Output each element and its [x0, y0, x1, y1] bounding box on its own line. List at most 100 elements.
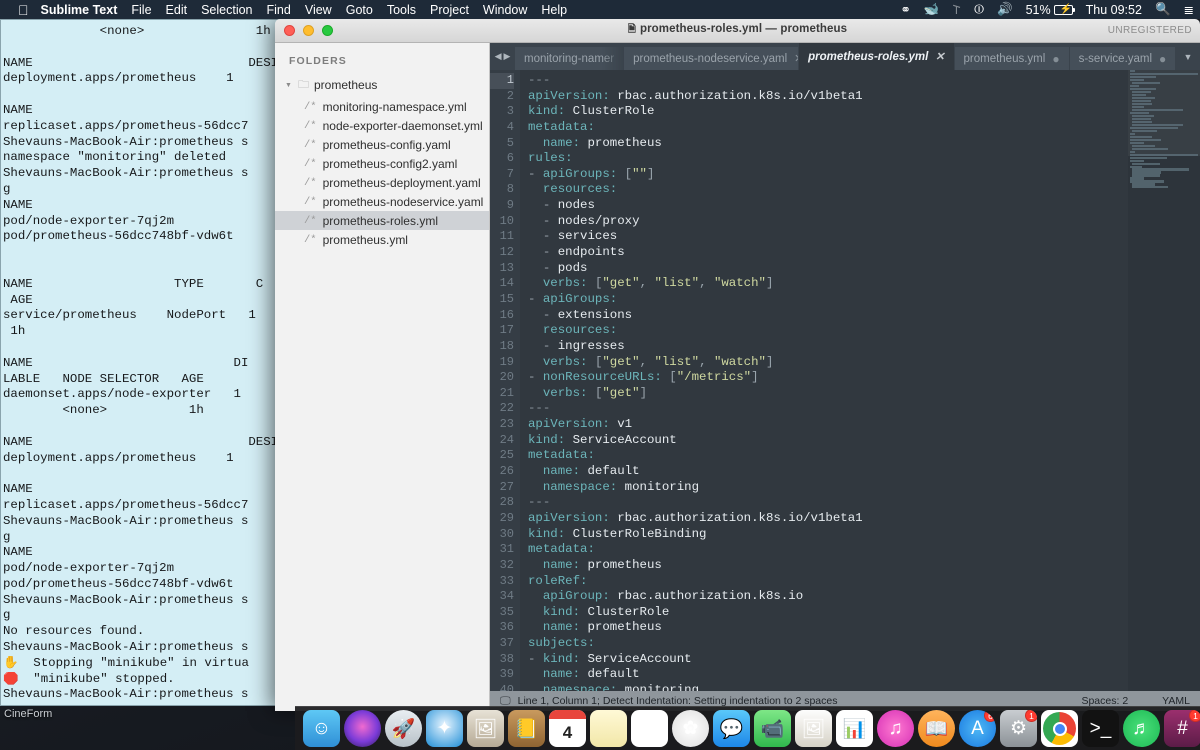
facetime-icon[interactable]: 📹 — [754, 710, 791, 747]
code-line[interactable]: - nodes — [528, 198, 1128, 214]
tab-s-service-yaml[interactable]: s-service.yaml ● — [1069, 47, 1177, 70]
ibooks-icon[interactable]: 📖 — [918, 710, 955, 747]
chevron-down-icon[interactable]: ▼ — [285, 82, 293, 89]
tab-overflow-menu-icon[interactable]: ▼ — [1176, 43, 1200, 70]
menu-item-find[interactable]: Find — [267, 3, 291, 17]
chevron-left-icon[interactable]: ◀ — [495, 51, 502, 62]
tab-nav-arrows[interactable]: ◀ ▶ — [490, 43, 515, 70]
numbers-icon[interactable]: 📊 — [836, 710, 873, 747]
code-line[interactable]: resources: — [528, 323, 1128, 339]
code-line[interactable]: name: prometheus — [528, 558, 1128, 574]
code-line[interactable]: kind: ServiceAccount — [528, 433, 1128, 449]
sidebar-file-monitoring-namespace-yml[interactable]: /* monitoring-namespace.yml — [275, 97, 489, 116]
code-line[interactable]: --- — [528, 73, 1128, 89]
code-line[interactable]: - ingresses — [528, 339, 1128, 355]
code-line[interactable]: - nodes/proxy — [528, 214, 1128, 230]
code-line[interactable]: verbs: ["get"] — [528, 386, 1128, 402]
tab-prometheus-nodeservice-yaml[interactable]: prometheus-nodeservice.yaml✕ — [624, 47, 800, 70]
photo-booth-icon[interactable]: 🖼 — [467, 710, 504, 747]
search-icon[interactable]: 🔍 — [1155, 2, 1171, 17]
menu-item-file[interactable]: File — [131, 3, 151, 17]
reminders-icon[interactable]: ≔ — [631, 710, 668, 747]
wifi-icon[interactable]: ⏼ — [974, 2, 984, 17]
code-line[interactable]: resources: — [528, 182, 1128, 198]
messages-icon[interactable]: 💬 — [713, 710, 750, 747]
code-line[interactable]: namespace: monitoring — [528, 480, 1128, 496]
menu-item-help[interactable]: Help — [541, 3, 567, 17]
menu-item-edit[interactable]: Edit — [166, 3, 188, 17]
code-line[interactable]: --- — [528, 495, 1128, 511]
tab-modified-dot-icon[interactable]: ● — [1052, 52, 1059, 66]
contacts-icon[interactable]: 📒 — [508, 710, 545, 747]
sidebar-file-prometheus-config-yaml[interactable]: /* prometheus-config.yaml — [275, 135, 489, 154]
sidebar-file-list[interactable]: /* monitoring-namespace.yml /* node-exporte… — [275, 97, 489, 249]
app-store-icon[interactable]: A6 — [959, 710, 996, 747]
sublime-text-window[interactable]: 🗎 prometheus-roles.yml — prometheus UNREG… — [275, 19, 1200, 711]
code-line[interactable]: name: default — [528, 464, 1128, 480]
code-line[interactable]: kind: ClusterRole — [528, 104, 1128, 120]
minimap[interactable] — [1128, 70, 1200, 691]
code-line[interactable]: rules: — [528, 151, 1128, 167]
code-line[interactable]: - pods — [528, 261, 1128, 277]
code-line[interactable]: - apiGroups: [""] — [528, 167, 1128, 183]
macos-menu-bar[interactable]:  Sublime Text File Edit Selection Find View G… — [0, 0, 1200, 19]
siri-icon[interactable] — [344, 710, 381, 747]
tab-prometheus-roles-yml[interactable]: prometheus-roles.yml ✕ — [799, 43, 955, 70]
chrome-icon[interactable] — [1041, 710, 1078, 747]
code-line[interactable]: metadata: — [528, 120, 1128, 136]
tab-modified-dot-icon[interactable]: ● — [1159, 52, 1166, 66]
menu-item-sublime-text[interactable]: Sublime Text — [41, 3, 118, 17]
menu-item-tools[interactable]: Tools — [387, 3, 416, 17]
menu-item-view[interactable]: View — [305, 3, 332, 17]
safari-icon[interactable]: ✦ — [426, 710, 463, 747]
battery-status[interactable]: 51% ⚡ — [1026, 3, 1075, 17]
menu-items[interactable]: Sublime Text File Edit Selection Find View Got… — [41, 3, 582, 17]
terminal-window[interactable]: <none> 1h NAME DESI deployment.apps/prome… — [0, 19, 285, 706]
volume-icon[interactable]: 🔊 — [997, 2, 1013, 17]
bluetooth-icon[interactable]: 𐌕 — [952, 2, 961, 17]
sidebar-file-prometheus-deployment-yaml[interactable]: /* prometheus-deployment.yaml — [275, 173, 489, 192]
code-line[interactable]: - apiGroups: — [528, 292, 1128, 308]
menu-item-selection[interactable]: Selection — [201, 3, 252, 17]
menu-item-goto[interactable]: Goto — [346, 3, 373, 17]
code-line[interactable]: name: default — [528, 667, 1128, 683]
code-line[interactable]: - services — [528, 229, 1128, 245]
sidebar-file-prometheus-config2-yaml[interactable]: /* prometheus-config2.yaml — [275, 154, 489, 173]
apple-menu-icon[interactable]:  — [18, 3, 29, 17]
code-line[interactable]: namespace: monitoring — [528, 683, 1128, 691]
code-line[interactable]: - kind: ServiceAccount — [528, 652, 1128, 668]
sidebar[interactable]: FOLDERS ▼ 🗀 prometheus /* monitoring-name… — [275, 43, 490, 711]
code-line[interactable]: kind: ClusterRole — [528, 605, 1128, 621]
sidebar-folder-prometheus[interactable]: ▼ 🗀 prometheus — [275, 73, 489, 97]
code-line[interactable]: kind: ClusterRoleBinding — [528, 527, 1128, 543]
chevron-right-icon[interactable]: ▶ — [504, 51, 511, 62]
sidebar-file-node-exporter-daemonset-yml[interactable]: /* node-exporter-daemonset.yml — [275, 116, 489, 135]
dock[interactable]: ☺🚀✦🖼📒4≔✿💬📹🖼📊♫📖A6⚙1>_♬#1S〰🖊◤Q🗂🗑 — [295, 706, 1200, 750]
sidebar-file-prometheus-nodeservice-yaml[interactable]: /* prometheus-nodeservice.yaml — [275, 192, 489, 211]
code-line[interactable]: apiVersion: rbac.authorization.k8s.io/v1… — [528, 89, 1128, 105]
code-line[interactable]: verbs: ["get", "list", "watch"] — [528, 355, 1128, 371]
tab-close-icon[interactable]: ✕ — [935, 50, 944, 63]
tab-bar[interactable]: ◀ ▶ monitoring-namer prometheus-nodeservic… — [490, 43, 1200, 70]
calendar-icon[interactable]: 4 — [549, 710, 586, 747]
code-line[interactable]: apiVersion: rbac.authorization.k8s.io/v1… — [528, 511, 1128, 527]
code-area[interactable]: 1 2 3 4 5 6 7 8 9 10 11 12 13 14 15 16 17 18 19 20 21 22 23 24 2… — [490, 70, 1200, 691]
code-line[interactable]: apiVersion: v1 — [528, 417, 1128, 433]
sidebar-file-prometheus-yml[interactable]: /* prometheus.yml — [275, 230, 489, 249]
menu-item-project[interactable]: Project — [430, 3, 469, 17]
notification-center-icon[interactable]: ≣ — [1184, 2, 1194, 17]
slack-icon[interactable]: #1 — [1164, 710, 1200, 747]
code-line[interactable]: verbs: ["get", "list", "watch"] — [528, 276, 1128, 292]
photos-icon[interactable]: ✿ — [672, 710, 709, 747]
code-line[interactable]: --- — [528, 401, 1128, 417]
sidebar-file-prometheus-roles-yml[interactable]: /* prometheus-roles.yml — [275, 211, 489, 230]
code-line[interactable]: name: prometheus — [528, 620, 1128, 636]
menu-item-window[interactable]: Window — [483, 3, 527, 17]
code-line[interactable]: apiGroup: rbac.authorization.k8s.io — [528, 589, 1128, 605]
code-line[interactable]: - extensions — [528, 308, 1128, 324]
code-line[interactable]: metadata: — [528, 448, 1128, 464]
terminal-icon[interactable]: >_ — [1082, 710, 1119, 747]
window-titlebar[interactable]: 🗎 prometheus-roles.yml — prometheus UNREG… — [275, 19, 1200, 43]
spotify-icon[interactable]: ♬ — [1123, 710, 1160, 747]
clock[interactable]: Thu 09:52 — [1086, 3, 1142, 17]
